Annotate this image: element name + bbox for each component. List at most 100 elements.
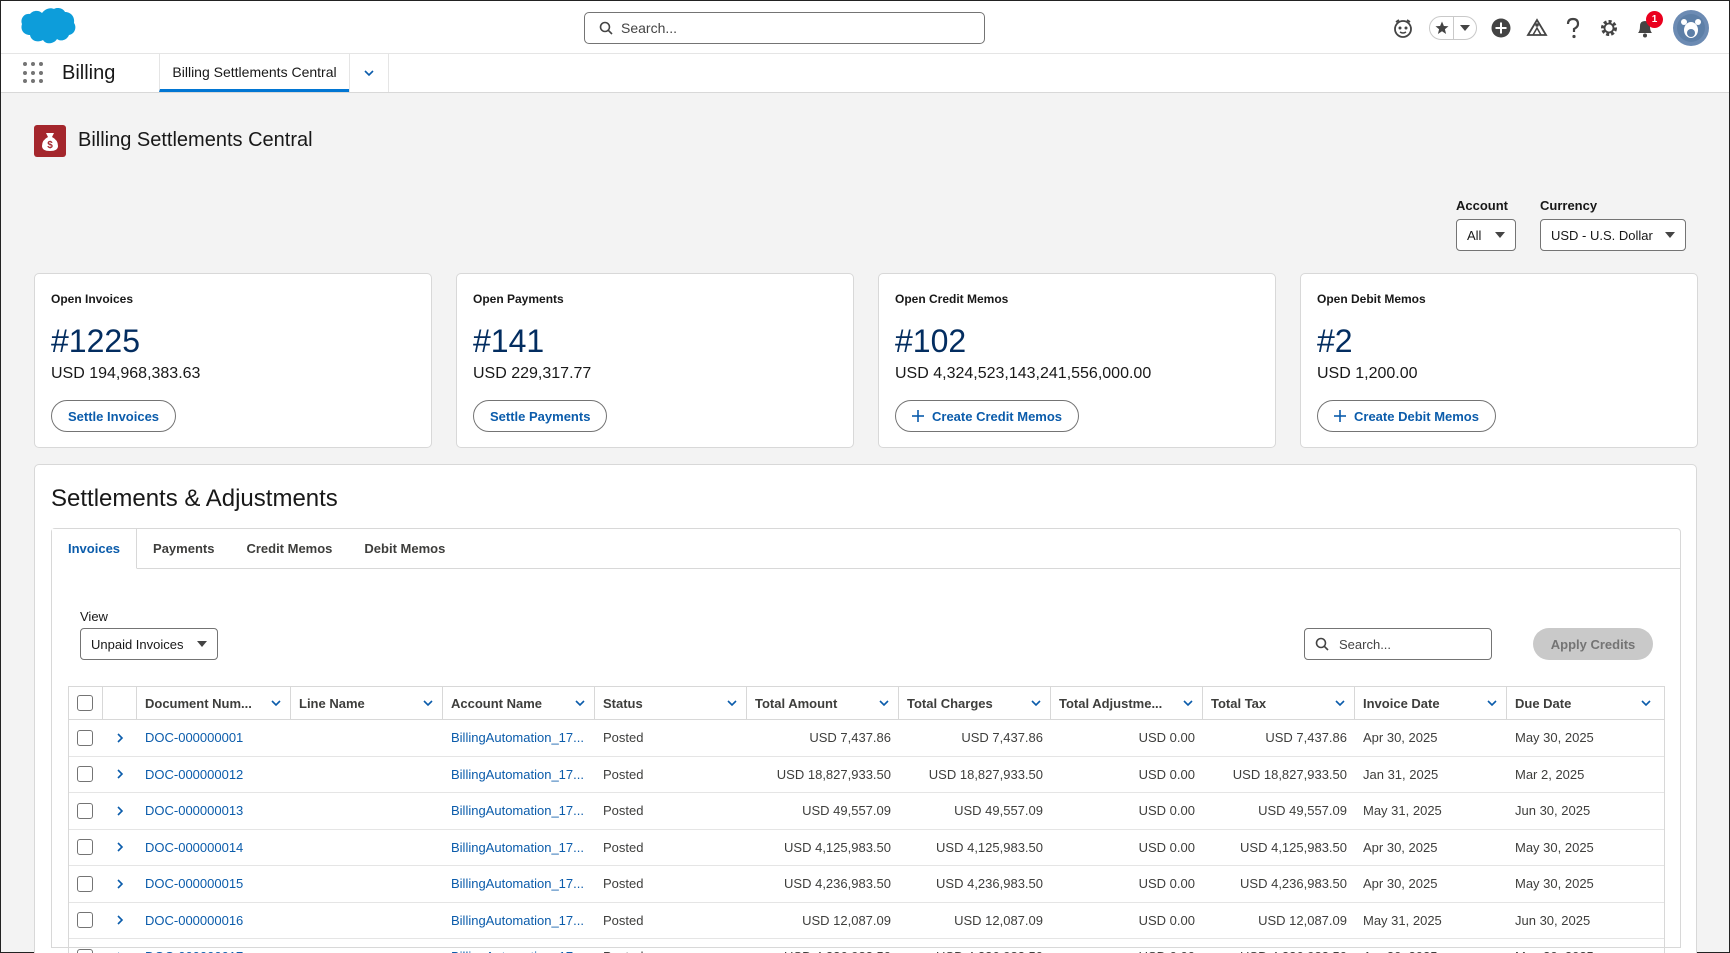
chevron-down-icon[interactable] <box>1334 697 1346 709</box>
favorites-dropdown-icon[interactable] <box>1454 25 1476 31</box>
chevron-down-icon[interactable] <box>574 697 586 709</box>
settle-invoices-button[interactable]: Settle Invoices <box>51 400 177 432</box>
row-checkbox[interactable] <box>77 875 93 892</box>
chevron-down-icon[interactable] <box>878 697 890 709</box>
column-header-total-amount[interactable]: Total Amount <box>747 687 899 719</box>
settlements-tabset: Invoices Payments Credit Memos Debit Mem… <box>51 528 1681 953</box>
table-row[interactable]: DOC-000000012 BillingAutomation_17... Po… <box>69 757 1664 793</box>
document-number-link[interactable]: DOC-000000015 <box>137 866 291 902</box>
column-header-status[interactable]: Status <box>595 687 747 719</box>
avatar[interactable] <box>1673 10 1709 46</box>
tab-invoices[interactable]: Invoices <box>52 529 138 569</box>
document-number-link[interactable]: DOC-000000017 <box>137 939 291 953</box>
einstein-icon[interactable] <box>1385 10 1421 46</box>
salesforce-logo[interactable] <box>17 7 77 49</box>
tab-debit-memos[interactable]: Debit Memos <box>348 529 461 568</box>
settlements-adjustments-panel: Settlements & Adjustments Invoices Payme… <box>34 464 1697 953</box>
invoice-date-cell: Apr 30, 2025 <box>1363 839 1438 855</box>
row-checkbox[interactable] <box>77 766 93 783</box>
line-name-cell <box>291 830 443 866</box>
expand-row-chevron-icon[interactable] <box>103 793 137 829</box>
column-header-total-tax[interactable]: Total Tax <box>1203 687 1355 719</box>
account-name-link[interactable]: BillingAutomation_17... <box>443 939 595 953</box>
document-number-link[interactable]: DOC-000000014 <box>137 830 291 866</box>
row-checkbox-cell <box>69 793 103 829</box>
table-row[interactable]: DOC-000000016 BillingAutomation_17... Po… <box>69 903 1664 939</box>
create-credit-memos-button[interactable]: Create Credit Memos <box>895 400 1080 432</box>
document-number-link[interactable]: DOC-000000012 <box>137 757 291 793</box>
table-row[interactable]: DOC-000000001 BillingAutomation_17... Po… <box>69 720 1664 757</box>
column-header-total-charges[interactable]: Total Charges <box>899 687 1051 719</box>
account-name-link[interactable]: BillingAutomation_17... <box>443 903 595 939</box>
select-all-checkbox[interactable] <box>77 695 93 711</box>
document-number-link[interactable]: DOC-000000016 <box>137 903 291 939</box>
column-header-invoice-date[interactable]: Invoice Date <box>1355 687 1507 719</box>
currency-select[interactable]: USD - U.S. Dollar <box>1540 219 1686 251</box>
setup-gear-icon[interactable] <box>1591 10 1627 46</box>
row-checkbox[interactable] <box>77 912 93 929</box>
tab-billing-settlements-central[interactable]: Billing Settlements Central <box>159 54 349 92</box>
row-checkbox[interactable] <box>77 948 93 953</box>
line-name-cell <box>291 793 443 829</box>
line-name-cell <box>291 939 443 953</box>
help-icon[interactable] <box>1555 10 1591 46</box>
expand-row-chevron-icon[interactable] <box>103 939 137 953</box>
tab-payments[interactable]: Payments <box>137 529 230 568</box>
view-select[interactable]: Unpaid Invoices <box>80 628 218 660</box>
table-row[interactable]: DOC-000000017 BillingAutomation_17... Po… <box>69 939 1664 953</box>
account-name-link[interactable]: BillingAutomation_17... <box>443 830 595 866</box>
column-header-document-number[interactable]: Document Num... <box>137 687 291 719</box>
row-checkbox[interactable] <box>77 729 93 746</box>
favorites-star-icon[interactable] <box>1430 17 1454 39</box>
chevron-down-icon[interactable] <box>422 697 434 709</box>
page-title: Billing Settlements Central <box>78 129 313 151</box>
table-search-input[interactable]: Search... <box>1304 628 1492 660</box>
table-row[interactable]: DOC-000000013 BillingAutomation_17... Po… <box>69 793 1664 830</box>
trailhead-icon[interactable] <box>1519 10 1555 46</box>
column-header-account-name[interactable]: Account Name <box>443 687 595 719</box>
expand-row-chevron-icon[interactable] <box>103 830 137 866</box>
chevron-down-icon[interactable] <box>1182 697 1194 709</box>
app-launcher-icon[interactable] <box>23 62 45 84</box>
row-checkbox-cell <box>69 903 103 939</box>
document-number-link[interactable]: DOC-000000001 <box>137 720 291 756</box>
chevron-down-icon[interactable] <box>1640 697 1652 709</box>
money-bag-icon: $ <box>34 125 66 157</box>
account-name-link[interactable]: BillingAutomation_17... <box>443 866 595 902</box>
document-number-link[interactable]: DOC-000000013 <box>137 793 291 829</box>
add-icon[interactable] <box>1483 10 1519 46</box>
nav-tab-dropdown-icon[interactable] <box>349 54 389 92</box>
row-checkbox[interactable] <box>77 802 93 819</box>
table-row[interactable]: DOC-000000014 BillingAutomation_17... Po… <box>69 830 1664 866</box>
column-header-total-adjustments[interactable]: Total Adjustme... <box>1051 687 1203 719</box>
row-checkbox-cell <box>69 830 103 866</box>
card-title: Open Payments <box>473 292 564 306</box>
table-row[interactable]: DOC-000000015 BillingAutomation_17... Po… <box>69 866 1664 903</box>
settle-payments-button[interactable]: Settle Payments <box>473 400 608 432</box>
tab-credit-memos[interactable]: Credit Memos <box>230 529 348 568</box>
chevron-down-icon[interactable] <box>1030 697 1042 709</box>
total-charges-cell: USD 7,437.86 <box>961 730 1043 746</box>
expand-row-chevron-icon[interactable] <box>103 903 137 939</box>
account-name-link[interactable]: BillingAutomation_17... <box>443 757 595 793</box>
account-select[interactable]: All <box>1456 219 1516 251</box>
chevron-down-icon <box>1665 232 1675 238</box>
expand-row-chevron-icon[interactable] <box>103 720 137 756</box>
chevron-down-icon[interactable] <box>270 697 282 709</box>
chevron-down-icon[interactable] <box>1486 697 1498 709</box>
due-date-cell: May 30, 2025 <box>1515 876 1594 892</box>
expand-row-chevron-icon[interactable] <box>103 757 137 793</box>
total-charges-cell: USD 4,125,983.50 <box>936 839 1043 855</box>
notification-count-badge: 1 <box>1646 11 1663 28</box>
global-search-input[interactable]: Search... <box>584 12 985 44</box>
column-header-due-date[interactable]: Due Date <box>1507 687 1660 719</box>
apply-credits-button[interactable]: Apply Credits <box>1533 628 1653 660</box>
notifications-bell-icon[interactable]: 1 <box>1627 10 1663 46</box>
column-header-line-name[interactable]: Line Name <box>291 687 443 719</box>
create-debit-memos-button[interactable]: Create Debit Memos <box>1317 400 1496 432</box>
row-checkbox[interactable] <box>77 839 93 856</box>
account-name-link[interactable]: BillingAutomation_17... <box>443 720 595 756</box>
expand-row-chevron-icon[interactable] <box>103 866 137 902</box>
account-name-link[interactable]: BillingAutomation_17... <box>443 793 595 829</box>
chevron-down-icon[interactable] <box>726 697 738 709</box>
